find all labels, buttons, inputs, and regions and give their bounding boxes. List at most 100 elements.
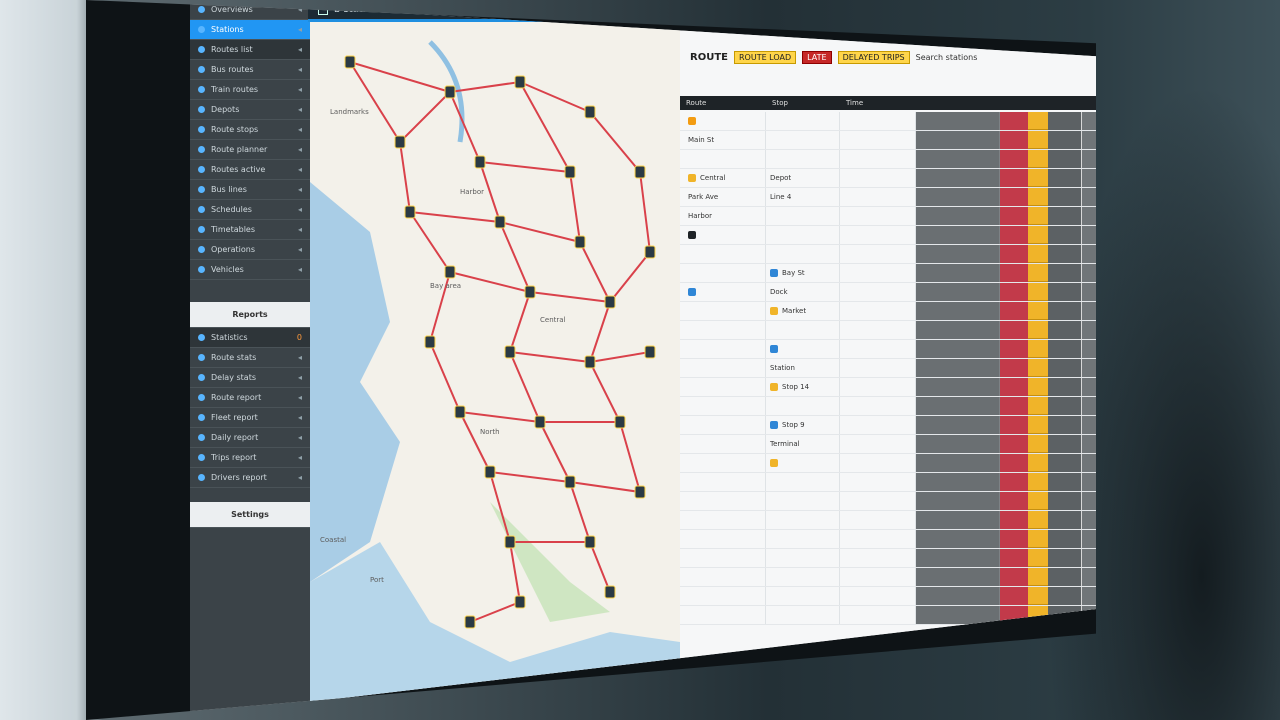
sidebar-item-13[interactable]: Vehicles ◂ <box>190 260 310 280</box>
sidebar-footer[interactable]: Settings <box>190 502 310 528</box>
table-row[interactable]: Market <box>680 302 1096 321</box>
table-row[interactable]: Dock <box>680 283 1096 302</box>
table-row[interactable] <box>680 150 1096 169</box>
sidebar-item-1[interactable]: Stations ◂ <box>190 20 310 40</box>
table-row[interactable]: Park Ave Line 4 <box>680 188 1096 207</box>
route-line[interactable] <box>459 411 491 473</box>
route-line[interactable] <box>399 91 451 143</box>
station-marker-icon[interactable] <box>454 405 466 419</box>
table-row[interactable]: Bay St <box>680 264 1096 283</box>
route-line[interactable] <box>619 421 641 493</box>
station-marker-icon[interactable] <box>584 535 596 549</box>
table-row[interactable] <box>680 511 1096 530</box>
station-marker-icon[interactable] <box>564 475 576 489</box>
table-row[interactable]: Stop 14 <box>680 378 1096 397</box>
table-row[interactable] <box>680 226 1096 245</box>
column-time[interactable]: Time <box>840 99 916 107</box>
sidebar-report-4[interactable]: Fleet report ◂ <box>190 408 310 428</box>
route-line[interactable] <box>569 481 591 543</box>
sidebar-report-2[interactable]: Delay stats ◂ <box>190 368 310 388</box>
table-row[interactable]: Harbor <box>680 207 1096 226</box>
table-row[interactable] <box>680 321 1096 340</box>
table-row[interactable] <box>680 473 1096 492</box>
route-line[interactable] <box>509 291 531 353</box>
route-line[interactable] <box>499 221 531 293</box>
route-line[interactable] <box>639 171 651 253</box>
sidebar-report-6[interactable]: Trips report ◂ <box>190 448 310 468</box>
route-line[interactable] <box>469 601 521 623</box>
station-marker-icon[interactable] <box>604 295 616 309</box>
station-marker-icon[interactable] <box>604 585 616 599</box>
route-line[interactable] <box>429 341 461 413</box>
sidebar-report-1[interactable]: Route stats ◂ <box>190 348 310 368</box>
column-route[interactable]: Route <box>680 99 766 107</box>
table-row[interactable]: Main St <box>680 131 1096 150</box>
route-line[interactable] <box>569 481 641 493</box>
station-marker-icon[interactable] <box>644 245 656 259</box>
station-marker-icon[interactable] <box>504 345 516 359</box>
table-row[interactable] <box>680 340 1096 359</box>
station-marker-icon[interactable] <box>614 415 626 429</box>
route-line[interactable] <box>589 541 611 593</box>
station-marker-icon[interactable] <box>634 165 646 179</box>
sidebar-report-5[interactable]: Daily report ◂ <box>190 428 310 448</box>
route-line[interactable] <box>449 271 531 293</box>
table-row[interactable] <box>680 568 1096 587</box>
sidebar-report-0[interactable]: Statistics 0 <box>190 328 310 348</box>
chip-route-load[interactable]: ROUTE LOAD <box>733 50 797 64</box>
station-marker-icon[interactable] <box>394 135 406 149</box>
route-line[interactable] <box>609 251 651 303</box>
sidebar-item-8[interactable]: Routes active ◂ <box>190 160 310 180</box>
table-row[interactable]: Central Depot <box>680 169 1096 188</box>
route-line[interactable] <box>409 211 501 223</box>
table-row[interactable] <box>680 606 1096 625</box>
route-line[interactable] <box>579 241 611 303</box>
table-row[interactable] <box>680 492 1096 511</box>
table-row[interactable]: Stop 9 <box>680 416 1096 435</box>
route-line[interactable] <box>539 421 571 483</box>
route-line[interactable] <box>449 81 521 93</box>
sidebar-item-2[interactable]: Routes list ◂ <box>190 40 310 60</box>
table-row[interactable] <box>680 454 1096 473</box>
route-line[interactable] <box>479 161 571 173</box>
sidebar-item-11[interactable]: Timetables ◂ <box>190 220 310 240</box>
sidebar-item-10[interactable]: Schedules ◂ <box>190 200 310 220</box>
station-marker-icon[interactable] <box>524 285 536 299</box>
sidebar-item-9[interactable]: Bus lines ◂ <box>190 180 310 200</box>
sidebar-item-6[interactable]: Route stops ◂ <box>190 120 310 140</box>
route-line[interactable] <box>499 221 581 243</box>
route-line[interactable] <box>529 291 611 303</box>
table-row[interactable] <box>680 245 1096 264</box>
route-line[interactable] <box>519 81 591 113</box>
station-marker-icon[interactable] <box>444 265 456 279</box>
station-marker-icon[interactable] <box>574 235 586 249</box>
route-line[interactable] <box>589 361 621 423</box>
route-line[interactable] <box>589 111 641 173</box>
route-line[interactable] <box>589 351 651 363</box>
sidebar-report-7[interactable]: Drivers report ◂ <box>190 468 310 488</box>
table-row[interactable] <box>680 549 1096 568</box>
route-line[interactable] <box>399 141 411 213</box>
route-line[interactable] <box>409 211 451 273</box>
chip-delayed-trips[interactable]: DELAYED TRIPS <box>837 50 910 64</box>
station-marker-icon[interactable] <box>514 595 526 609</box>
route-line[interactable] <box>569 171 581 243</box>
station-marker-icon[interactable] <box>464 615 476 629</box>
station-marker-icon[interactable] <box>644 345 656 359</box>
table-row[interactable] <box>680 587 1096 606</box>
chip-late[interactable]: LATE <box>802 50 832 64</box>
station-marker-icon[interactable] <box>424 335 436 349</box>
sidebar-item-12[interactable]: Operations ◂ <box>190 240 310 260</box>
sidebar-report-3[interactable]: Route report ◂ <box>190 388 310 408</box>
search-input[interactable]: Search stations <box>916 53 978 62</box>
table-row[interactable] <box>680 530 1096 549</box>
station-marker-icon[interactable] <box>634 485 646 499</box>
map-canvas[interactable]: Landmarks Harbor Bay area Coastal Port North C… <box>310 22 680 716</box>
sidebar-item-5[interactable]: Depots ◂ <box>190 100 310 120</box>
station-marker-icon[interactable] <box>474 155 486 169</box>
column-stop[interactable]: Stop <box>766 99 840 107</box>
route-line[interactable] <box>489 471 571 483</box>
station-marker-icon[interactable] <box>534 415 546 429</box>
station-marker-icon[interactable] <box>484 465 496 479</box>
route-line[interactable] <box>459 411 541 423</box>
